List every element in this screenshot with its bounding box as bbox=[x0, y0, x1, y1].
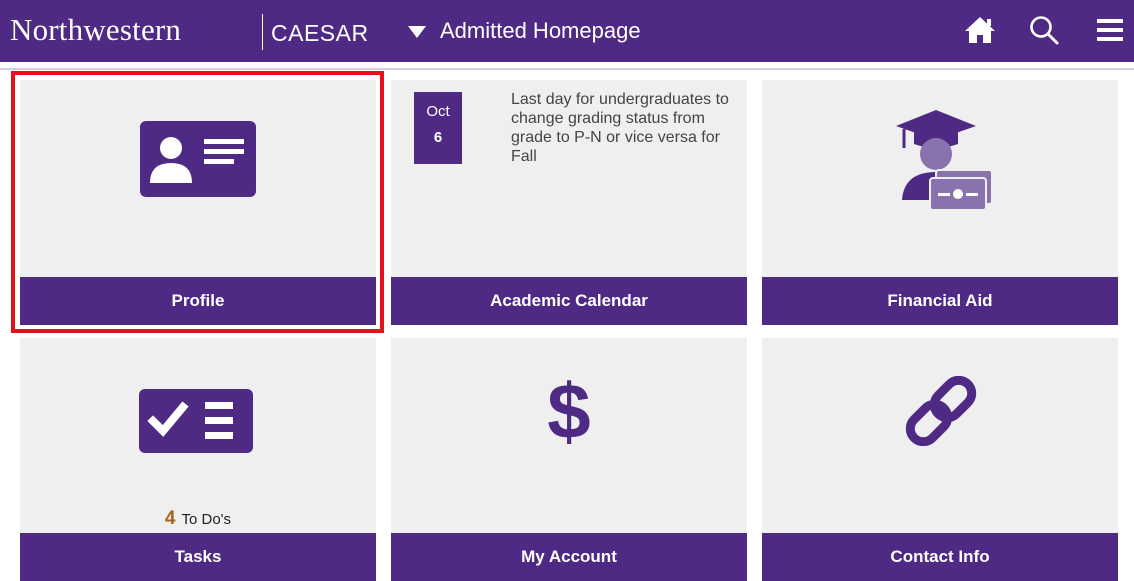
calendar-month: Oct bbox=[426, 103, 450, 120]
my-account-label: My Account bbox=[391, 533, 747, 581]
financial-aid-label: Financial Aid bbox=[762, 277, 1118, 325]
menu-button[interactable] bbox=[1092, 12, 1128, 48]
page-navigator-dropdown[interactable]: Admitted Homepage bbox=[408, 13, 641, 49]
my-account-tile[interactable]: $ My Account bbox=[391, 338, 747, 581]
todo-summary[interactable]: 4 To Do's bbox=[20, 508, 376, 530]
tasks-label: Tasks bbox=[20, 533, 376, 581]
todo-label: To Do's bbox=[181, 511, 232, 528]
menu-icon bbox=[1097, 19, 1123, 41]
calendar-date-badge: Oct 6 bbox=[414, 92, 462, 164]
calendar-day: 6 bbox=[433, 129, 443, 146]
page-title: Admitted Homepage bbox=[440, 18, 641, 43]
todo-count: 4 bbox=[164, 508, 176, 529]
brand-divider bbox=[262, 14, 263, 50]
contact-info-tile[interactable]: Contact Info bbox=[762, 338, 1118, 581]
tasks-tile[interactable]: 4 To Do's Tasks bbox=[20, 338, 376, 581]
svg-text:$: $ bbox=[547, 372, 590, 452]
home-icon bbox=[965, 17, 995, 43]
financial-aid-tile[interactable]: Financial Aid bbox=[762, 80, 1118, 325]
id-card-icon bbox=[140, 121, 256, 197]
dollar-icon: $ bbox=[547, 372, 590, 452]
checklist-icon bbox=[139, 389, 253, 453]
search-icon bbox=[1030, 16, 1059, 45]
academic-calendar-tile[interactable]: Oct 6 Last day for undergraduates to cha… bbox=[391, 80, 747, 325]
home-button[interactable] bbox=[962, 12, 998, 48]
profile-label: Profile bbox=[20, 277, 376, 325]
search-button[interactable] bbox=[1026, 12, 1062, 48]
calendar-event-text: Last day for undergraduates to change gr… bbox=[511, 91, 729, 165]
northwestern-logo[interactable]: Northwestern bbox=[10, 10, 181, 50]
caret-down-icon bbox=[408, 26, 426, 38]
link-icon bbox=[905, 376, 977, 446]
caesar-app-name[interactable]: CAESAR bbox=[271, 18, 369, 48]
graduate-with-cards-icon bbox=[896, 110, 993, 210]
contact-info-label: Contact Info bbox=[762, 533, 1118, 581]
profile-tile[interactable]: Profile bbox=[20, 80, 376, 325]
top-navigation-bar: Northwestern CAESAR Admitted Homepage bbox=[0, 0, 1134, 70]
academic-calendar-label: Academic Calendar bbox=[391, 277, 747, 325]
